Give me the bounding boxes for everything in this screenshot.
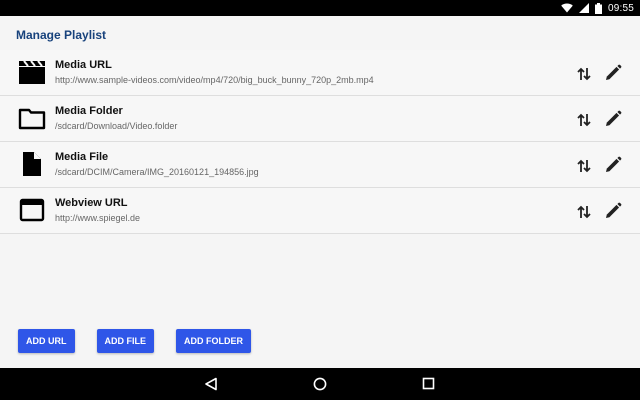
battery-icon — [594, 2, 602, 14]
item-path: http://www.sample-videos.com/video/mp4/7… — [55, 75, 374, 85]
item-name: Webview URL — [55, 197, 128, 209]
item-path: http://www.spiegel.de — [55, 213, 141, 223]
list-item-media-url[interactable]: Media URL http://www.sample-videos.com/v… — [0, 50, 640, 96]
sort-arrows-icon[interactable] — [575, 157, 593, 175]
page-title: Manage Playlist — [16, 28, 107, 42]
navigation-bar — [0, 368, 640, 400]
playlist-list: Media URL http://www.sample-videos.com/v… — [0, 50, 640, 234]
add-file-button[interactable]: ADD FILE — [96, 329, 154, 353]
browser-window-icon — [19, 198, 45, 222]
clapperboard-icon — [19, 60, 45, 84]
signal-icon — [578, 3, 589, 13]
pencil-icon[interactable] — [603, 155, 623, 175]
pencil-icon[interactable] — [603, 109, 623, 129]
action-buttons: ADD URL ADD FILE ADD FOLDER — [18, 329, 251, 353]
status-icons: 09:55 — [561, 2, 634, 14]
sort-arrows-icon[interactable] — [575, 65, 593, 83]
list-item-webview-url[interactable]: Webview URL http://www.spiegel.de — [0, 188, 640, 234]
recents-icon[interactable] — [422, 377, 435, 390]
add-url-button[interactable]: ADD URL — [18, 329, 75, 353]
sort-arrows-icon[interactable] — [575, 111, 593, 129]
status-bar: 09:55 — [0, 0, 640, 16]
list-item-media-folder[interactable]: Media Folder /sdcard/Download/Video.fold… — [0, 96, 640, 142]
add-folder-button[interactable]: ADD FOLDER — [176, 329, 251, 353]
item-path: /sdcard/DCIM/Camera/IMG_20160121_194856.… — [55, 167, 259, 177]
sort-arrows-icon[interactable] — [575, 203, 593, 221]
back-icon[interactable] — [204, 377, 218, 391]
home-icon[interactable] — [313, 377, 327, 391]
list-item-media-file[interactable]: Media File /sdcard/DCIM/Camera/IMG_20160… — [0, 142, 640, 188]
folder-icon — [18, 108, 46, 130]
pencil-icon[interactable] — [603, 63, 623, 83]
item-path: /sdcard/Download/Video.folder — [55, 121, 178, 131]
status-time: 09:55 — [607, 2, 634, 14]
item-name: Media File — [55, 151, 109, 163]
item-name: Media URL — [55, 59, 112, 71]
wifi-icon — [561, 3, 573, 13]
manage-playlist-screen: Manage Playlist Media URL http://www.sam… — [0, 16, 640, 368]
pencil-icon[interactable] — [603, 201, 623, 221]
item-name: Media Folder — [55, 105, 123, 117]
file-icon — [23, 152, 41, 176]
